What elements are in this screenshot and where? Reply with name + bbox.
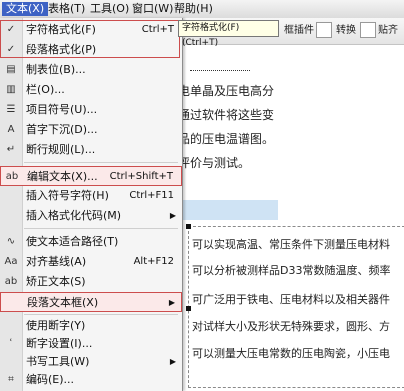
doc-line: 品的压电温谱图。 <box>178 132 275 146</box>
text-menu-dropdown: ✓ 字符格式化(F) Ctrl+T ✓ 段落格式化(P) ▤ 制表位(B)...… <box>0 18 183 391</box>
drop-cap-icon: A <box>7 124 15 135</box>
menu-item-edit-text[interactable]: ab 编辑文本(X)... Ctrl+Shift+T <box>0 166 182 186</box>
frame-line: 可以测量大压电常数的压电陶瓷，小压电 <box>192 347 390 360</box>
frame-line: 可以分析被测样品D33常数随温度、频率 <box>192 264 391 277</box>
frame-line: 可广泛用于铁电、压电材料以及相关器件 <box>192 293 390 306</box>
menu-item-drop-cap[interactable]: A 首字下沉(D)... <box>0 120 182 140</box>
edit-text-icon: ab <box>5 171 19 182</box>
tab-stops-icon: ▤ <box>6 64 16 75</box>
menu-item-hyphenation-settings[interactable]: ʿ 断字设置(I)... <box>0 334 182 354</box>
doc-line: 评价与测试。 <box>178 156 251 170</box>
bullets-icon: ☰ <box>6 104 16 115</box>
menu-separator <box>24 314 178 315</box>
frame-line: 可以实现高温、常压条件下测量压电材料 <box>192 238 390 251</box>
menu-item-paragraph-text-frame[interactable]: 段落文本框(X) ▶ <box>0 292 182 312</box>
hyphenation-icon: ʿ <box>9 338 13 349</box>
columns-icon: ▥ <box>6 84 16 95</box>
frame-handle[interactable] <box>186 224 191 229</box>
menu-item-insert-format-code[interactable]: 插入格式化代码(M) ▶ <box>0 206 182 226</box>
text-frame-top-edge <box>190 70 250 77</box>
menu-item-align-baseline[interactable]: Aa 对齐基线(A) Alt+F12 <box>0 252 182 272</box>
menu-tools[interactable]: 工具(O) <box>86 2 133 16</box>
menu-separator <box>24 162 178 163</box>
highlight-format-items <box>0 20 180 58</box>
menu-bar: 文本(X) 表格(T) 工具(O) 窗口(W) 帮助(H) <box>0 0 404 19</box>
menu-item-fit-text-to-path[interactable]: ∿ 使文本适合路径(T) <box>0 232 182 252</box>
frame-line: 对试样大小及形状无特殊要求，圆形、方 <box>192 320 390 333</box>
toolbar-icon-box[interactable] <box>316 22 332 38</box>
submenu-arrow-icon: ▶ <box>168 298 175 307</box>
menu-item-encoding[interactable]: ⌗ 编码(E)... <box>0 370 182 389</box>
doc-line: 通过软件将这些变 <box>178 108 275 122</box>
menu-text[interactable]: 文本(X) <box>2 2 49 16</box>
toolbar-plugin[interactable]: 框插件 <box>284 23 314 39</box>
menu-item-insert-symbol[interactable]: 插入符号字符(H) Ctrl+F11 <box>0 186 182 206</box>
menu-table[interactable]: 表格(T) <box>44 2 89 16</box>
frame-handle[interactable] <box>186 306 191 311</box>
align-baseline-icon: Aa <box>4 256 18 267</box>
menu-item-straighten-text[interactable]: ab 矫正文本(S) <box>0 272 182 292</box>
toolbar-convert[interactable]: 转换 <box>336 23 356 39</box>
submenu-arrow-icon: ▶ <box>169 357 176 366</box>
doc-line: 电单晶及压电高分 <box>178 84 275 98</box>
menu-item-tab-stops[interactable]: ▤ 制表位(B)... <box>0 60 182 80</box>
toolbar-paste[interactable]: 贴齐 <box>378 23 398 39</box>
menu-item-use-hyphenation[interactable]: 使用断字(Y) <box>0 316 182 336</box>
selection-highlight <box>182 200 278 220</box>
menu-item-bullets[interactable]: ☰ 项目符号(U)... <box>0 100 182 120</box>
tooltip: 字符格式化(F) (Ctrl+T) <box>178 20 279 48</box>
fit-path-icon: ∿ <box>6 236 16 247</box>
submenu-arrow-icon: ▶ <box>169 211 176 220</box>
align-icon[interactable] <box>360 22 376 38</box>
menu-separator <box>24 228 178 229</box>
line-break-icon: ↵ <box>6 144 16 155</box>
menu-item-line-break-rules[interactable]: ↵ 断行规则(L)... <box>0 140 182 160</box>
menu-item-writing-tools[interactable]: 书写工具(W) ▶ <box>0 352 182 372</box>
straighten-text-icon: ab <box>4 276 18 287</box>
menu-item-columns[interactable]: ▥ 栏(O)... <box>0 80 182 100</box>
menu-help[interactable]: 帮助(H) <box>170 2 217 16</box>
encoding-icon: ⌗ <box>8 374 14 385</box>
